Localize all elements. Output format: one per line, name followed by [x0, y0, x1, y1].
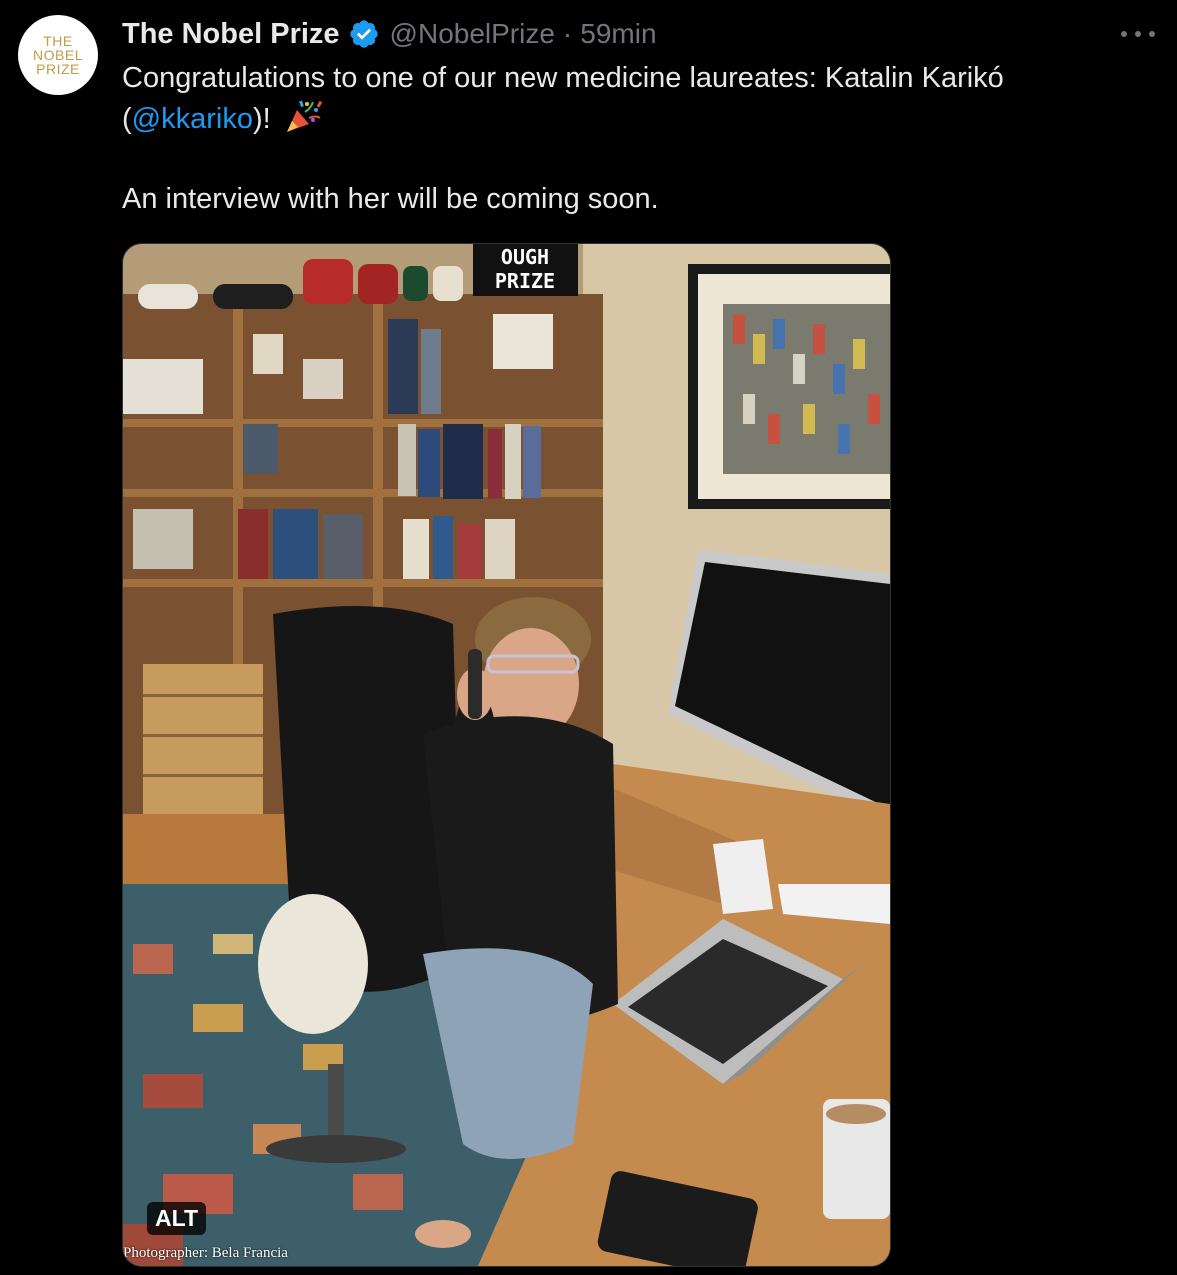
tweet-header: The Nobel Prize @NobelPrize · 59min	[122, 14, 657, 54]
tweet-text-after-mention: )!	[252, 103, 279, 135]
more-options-icon[interactable]	[1121, 20, 1155, 48]
sign-line-2: PRIZE	[495, 269, 555, 293]
avatar[interactable]: THE NOBEL PRIZE	[18, 15, 98, 95]
avatar-line-2: NOBEL	[33, 47, 83, 63]
photo-credit: Photographer: Bela Francia	[123, 1245, 288, 1261]
tweet-paragraph-1: Congratulations to one of our new medici…	[122, 58, 1122, 139]
timestamp[interactable]: 59min	[580, 18, 656, 50]
handle[interactable]: @NobelPrize	[390, 18, 555, 50]
verified-badge-icon	[349, 20, 378, 48]
separator-dot: ·	[562, 18, 573, 49]
mention-link[interactable]: @kkariko	[132, 103, 253, 135]
avatar-line-3: PRIZE	[36, 61, 80, 77]
alt-badge[interactable]: ALT	[147, 1202, 207, 1235]
tweet: THE NOBEL PRIZE The Nobel Prize @NobelPr…	[0, 0, 1177, 1275]
display-name[interactable]: The Nobel Prize	[122, 18, 340, 51]
tweet-text: Congratulations to one of our new medici…	[122, 58, 1122, 219]
party-popper-icon	[286, 100, 322, 132]
sign-line-1: OUGH	[501, 245, 549, 269]
tweet-photo[interactable]: OUGH PRIZE ALT Photographer: Bela Franci…	[122, 243, 891, 1267]
photo-office-scene: OUGH PRIZE	[123, 244, 890, 1266]
avatar-line-1: THE	[43, 33, 73, 49]
tweet-paragraph-2: An interview with her will be coming soo…	[122, 183, 659, 215]
